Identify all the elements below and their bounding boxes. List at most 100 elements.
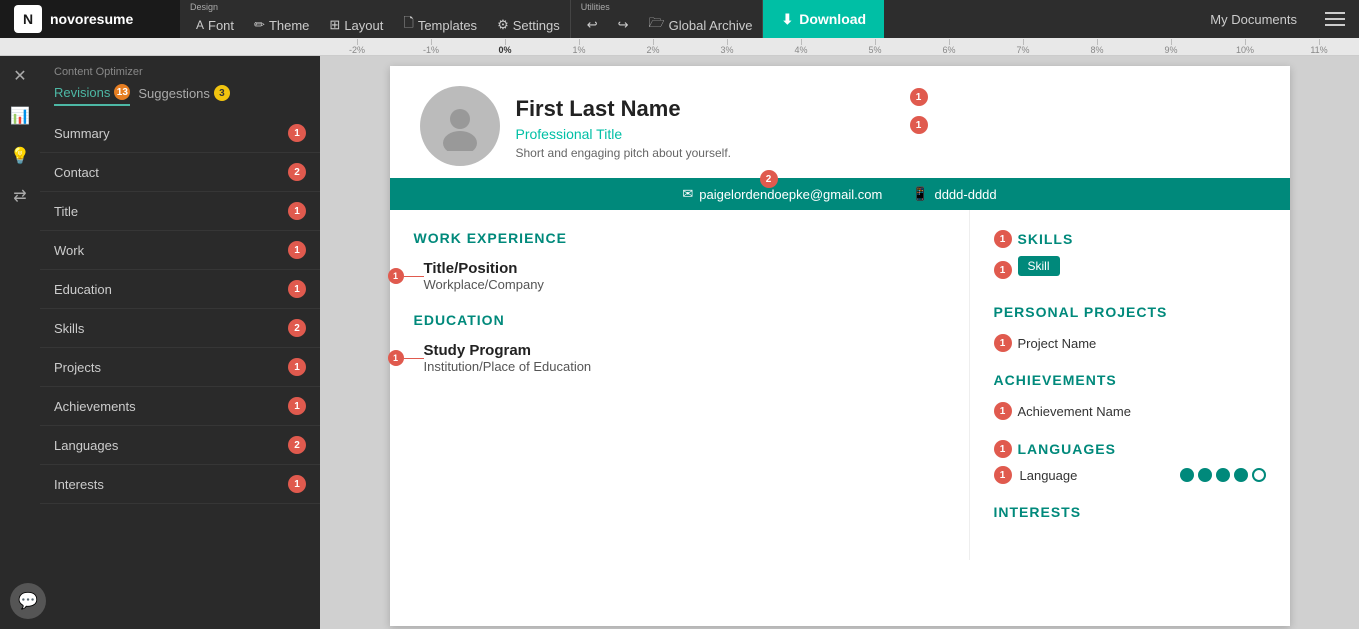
ruler-mark: 7%: [986, 39, 1060, 55]
contact-email: ✉ paigelordendoepke@gmail.com: [682, 186, 882, 202]
suggestions-tab[interactable]: Suggestions 3: [138, 85, 230, 105]
skill-tag: Skill: [1018, 256, 1060, 276]
my-docs-label: My Documents: [1210, 12, 1297, 27]
templates-icon: 🗋: [403, 14, 413, 36]
lang-dot-2: [1198, 468, 1212, 482]
projects-section: PERSONAL PROJECTS 1 Project Name: [994, 304, 1266, 352]
templates-button[interactable]: 🗋 Templates: [393, 6, 487, 44]
section-badge-achievements: 1: [288, 397, 306, 415]
my-documents-button[interactable]: My Documents: [1196, 0, 1311, 38]
notif-bubble-project: 1: [994, 334, 1012, 352]
global-archive-label: Global Archive: [669, 18, 753, 33]
theme-button[interactable]: ✏ Theme: [244, 6, 319, 44]
chat-icon: 💬: [18, 591, 38, 611]
section-item-languages[interactable]: Languages 2: [40, 426, 320, 465]
revisions-tab[interactable]: Revisions 13: [54, 84, 130, 106]
font-label: Font: [208, 18, 234, 33]
work-marker-line: [404, 276, 424, 277]
lightbulb-icon-button[interactable]: 💡: [0, 136, 40, 176]
sidebar-content: Content Optimizer Revisions 13 Suggestio…: [40, 56, 320, 629]
section-label-skills: Skills: [54, 321, 84, 336]
edu-marker-line: [404, 358, 424, 359]
section-label-contact: Contact: [54, 165, 99, 180]
edu-marker: 1: [388, 350, 424, 366]
notif-bubble-language-item: 1: [994, 466, 1012, 484]
ruler-mark: 9%: [1134, 39, 1208, 55]
chart-icon-button[interactable]: 📊: [0, 96, 40, 136]
redo-button[interactable]: ↪: [608, 6, 639, 44]
email-value: paigelordendoepke@gmail.com: [699, 187, 882, 202]
layout-button[interactable]: ⊞ Layout: [319, 6, 393, 44]
section-label-interests: Interests: [54, 477, 104, 492]
global-archive-button[interactable]: 🗁 Global Archive: [639, 6, 763, 44]
education-section: EDUCATION 1 Study Program Institution/Pl…: [414, 312, 945, 374]
languages-heading: LANGUAGES: [1018, 441, 1116, 457]
section-item-interests[interactable]: Interests 1: [40, 465, 320, 504]
revisions-badge: 13: [114, 84, 130, 100]
resume-professional-title: Professional Title: [516, 126, 731, 142]
languages-section: 1 LANGUAGES 1 Language: [994, 440, 1266, 484]
top-nav: N novoresume Design A Font ✏ Theme ⊞ Lay…: [0, 0, 1359, 38]
section-label-summary: Summary: [54, 126, 110, 141]
edu-marker-dot: 1: [388, 350, 404, 366]
skills-heading: SKILLS: [1018, 231, 1074, 247]
resume-body: WORK EXPERIENCE 1 Title/Position Workpla…: [390, 210, 1290, 560]
settings-label: Settings: [513, 18, 560, 33]
section-item-education[interactable]: Education 1: [40, 270, 320, 309]
achievement-name: Achievement Name: [1018, 404, 1131, 419]
content-optimizer-title: Content Optimizer: [40, 56, 320, 84]
section-item-achievements[interactable]: Achievements 1: [40, 387, 320, 426]
suggestions-badge: 3: [214, 85, 230, 101]
section-badge-education: 1: [288, 280, 306, 298]
templates-label: Templates: [418, 18, 477, 33]
font-button[interactable]: A Font: [186, 6, 244, 44]
section-badge-work: 1: [288, 241, 306, 259]
resume-area[interactable]: 1 1 First Last Name Professional Title S…: [320, 56, 1359, 629]
contact-phone: 📱 dddd-dddd: [912, 186, 996, 202]
settings-icon: ⚙: [497, 17, 509, 33]
interests-heading: INTERESTS: [994, 504, 1266, 520]
language-label: Language: [1020, 468, 1078, 483]
section-item-title[interactable]: Title 1: [40, 192, 320, 231]
notif-bubble-title: 1: [910, 88, 928, 106]
logo-icon: N: [14, 5, 42, 33]
notif-bubble-languages: 1: [994, 440, 1012, 458]
edu-program: Study Program: [424, 342, 945, 359]
share-icon-button[interactable]: ⇄: [0, 176, 40, 216]
undo-button[interactable]: ↩: [577, 6, 608, 44]
phone-value: dddd-dddd: [934, 187, 996, 202]
notif-bubble-skill-item: 1: [994, 261, 1012, 279]
section-item-projects[interactable]: Projects 1: [40, 348, 320, 387]
section-item-summary[interactable]: Summary 1: [40, 114, 320, 153]
close-sidebar-button[interactable]: ✕: [0, 56, 40, 96]
download-label: Download: [799, 11, 866, 27]
language-dots: [1180, 468, 1266, 482]
section-item-contact[interactable]: Contact 2: [40, 153, 320, 192]
resume-left: WORK EXPERIENCE 1 Title/Position Workpla…: [390, 210, 970, 560]
edu-item: 1 Study Program Institution/Place of Edu…: [414, 342, 945, 374]
work-company: Workplace/Company: [424, 277, 945, 292]
email-icon: ✉: [682, 186, 693, 202]
work-experience-section: WORK EXPERIENCE 1 Title/Position Workpla…: [414, 230, 945, 292]
work-item: 1 Title/Position Workplace/Company: [414, 260, 945, 292]
revisions-tab-label: Revisions: [54, 85, 110, 100]
section-label-projects: Projects: [54, 360, 101, 375]
undo-icon: ↩: [587, 17, 598, 33]
section-label-title: Title: [54, 204, 78, 219]
download-button[interactable]: ⬇ Download: [763, 0, 884, 38]
ruler-mark: 10%: [1208, 39, 1282, 55]
chat-button[interactable]: 💬: [10, 583, 46, 619]
resume-name: First Last Name: [516, 96, 731, 122]
avatar-icon: [435, 101, 485, 151]
section-badge-summary: 1: [288, 124, 306, 142]
section-item-work[interactable]: Work 1: [40, 231, 320, 270]
archive-icon: 🗁: [649, 14, 665, 36]
sidebar-icon-strip: ✕ 📊 💡 ⇄: [0, 56, 40, 216]
layout-label: Layout: [344, 18, 383, 33]
hamburger-menu[interactable]: [1311, 0, 1359, 38]
contact-bar: 2 ✉ paigelordendoepke@gmail.com 📱 dddd-d…: [390, 178, 1290, 210]
section-item-skills[interactable]: Skills 2: [40, 309, 320, 348]
work-marker: 1: [388, 268, 424, 284]
settings-button[interactable]: ⚙ Settings: [487, 6, 570, 44]
resume-name-area: First Last Name Professional Title Short…: [516, 86, 731, 160]
